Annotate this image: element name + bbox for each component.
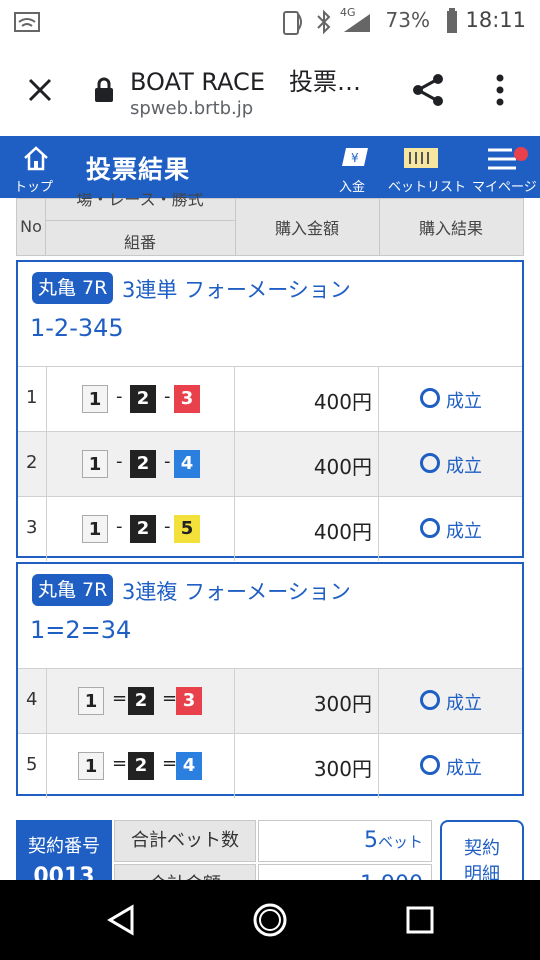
col-combo: 組番: [123, 233, 156, 252]
boat-3: 3: [176, 687, 202, 715]
boat-2: 2: [128, 752, 154, 780]
bet-combo: 1=2=34: [30, 616, 132, 644]
battery-percent: 73%: [385, 8, 430, 32]
col-place: 場・レース・勝式: [45, 193, 235, 221]
signal-icon: [344, 14, 370, 32]
page-title: 投票結果: [86, 155, 191, 184]
boat-3: 3: [174, 385, 200, 413]
page-title-browser: BOAT RACE 投票…: [130, 68, 361, 96]
home-icon[interactable]: [22, 144, 50, 172]
nfc-icon: [283, 11, 302, 35]
total-amount-label: 合計金額: [114, 864, 256, 880]
result-status: 成立: [446, 521, 482, 542]
table-row: 2 1 - 2 - 4 400円 成立: [18, 431, 522, 496]
bet-combo: 1-2-345: [30, 314, 124, 342]
boat-4: 4: [176, 752, 202, 780]
success-circle-icon: [420, 518, 440, 538]
amount: 400円: [313, 455, 372, 479]
contract-detail-button[interactable]: 契約明細: [440, 820, 524, 880]
home-nav-icon[interactable]: [252, 902, 288, 938]
row-no: 4: [26, 689, 38, 710]
boat-2: 2: [130, 450, 156, 478]
app-header: トップ 投票結果 ¥ 入金 ベットリスト マイページ: [0, 136, 540, 198]
boat-1: 1: [82, 450, 108, 478]
result-status: 成立: [446, 456, 482, 477]
notification-icon: [14, 12, 40, 32]
url-text[interactable]: spweb.brtb.jp: [130, 98, 253, 119]
total-amount-value: 1,900: [258, 864, 432, 880]
boat-5: 5: [174, 515, 200, 543]
amount: 300円: [313, 692, 372, 716]
bet-list-icon[interactable]: [402, 146, 440, 172]
success-circle-icon: [420, 453, 440, 473]
boat-1: 1: [82, 385, 108, 413]
system-nav-bar: [0, 880, 540, 960]
result-status: 成立: [446, 391, 482, 412]
mypage-label[interactable]: マイページ: [472, 176, 537, 195]
bet-card: 丸亀 7R 3連複 フォーメーション 1=2=34 4 1 = 2 = 3 30…: [16, 562, 524, 798]
col-amount: 購入金額: [274, 219, 339, 238]
result-status: 成立: [446, 758, 482, 779]
summary-section: 契約番号 0013 合計ベット数 5ベット 合計金額 1,900 契約明細: [16, 820, 524, 880]
boat-4: 4: [174, 450, 200, 478]
bet-type: 3連複 フォーメーション: [122, 580, 351, 604]
row-no: 5: [26, 754, 38, 775]
table-header: No 場・レース・勝式 組番 購入金額 購入結果: [16, 193, 524, 256]
browser-toolbar: BOAT RACE 投票… spweb.brtb.jp: [0, 44, 540, 136]
amount: 400円: [313, 390, 372, 414]
deposit-label[interactable]: 入金: [339, 176, 365, 195]
table-row: 1 1 - 2 - 3 400円 成立: [18, 366, 522, 431]
col-no: No: [20, 217, 42, 236]
back-icon[interactable]: [106, 904, 136, 936]
more-vert-icon[interactable]: [494, 72, 506, 108]
amount: 400円: [313, 520, 372, 544]
result-status: 成立: [446, 693, 482, 714]
close-icon[interactable]: [26, 76, 54, 104]
contract-label: 契約番号: [28, 836, 100, 857]
menu-icon[interactable]: [486, 146, 530, 172]
bluetooth-icon: [317, 9, 331, 35]
amount: 300円: [313, 757, 372, 781]
boat-2: 2: [128, 687, 154, 715]
boat-1: 1: [78, 752, 104, 780]
success-circle-icon: [420, 388, 440, 408]
bet-list-label[interactable]: ベットリスト: [388, 176, 466, 195]
success-circle-icon: [420, 690, 440, 710]
share-icon[interactable]: [410, 72, 446, 108]
table-row: 4 1 = 2 = 3 300円 成立: [18, 668, 522, 733]
success-circle-icon: [420, 755, 440, 775]
row-no: 2: [26, 452, 38, 473]
table-row: 5 1 = 2 = 4 300円 成立: [18, 733, 522, 798]
boat-2: 2: [130, 515, 156, 543]
row-no: 1: [26, 387, 38, 408]
boat-1: 1: [82, 515, 108, 543]
total-bets-label: 合計ベット数: [114, 820, 256, 862]
lock-icon: [95, 77, 113, 102]
contract-block: 契約番号 0013: [16, 820, 112, 880]
boat-1: 1: [78, 687, 104, 715]
status-bar: 4G 73% 18:11: [0, 0, 540, 44]
battery-icon: [447, 8, 457, 33]
venue-badge: 丸亀 7R: [32, 272, 114, 304]
bet-card: 丸亀 7R 3連単 フォーメーション 1-2-345 1 1 - 2 - 3 4…: [16, 260, 524, 561]
svg-text:¥: ¥: [351, 151, 359, 165]
total-bets-value: 5ベット: [258, 820, 432, 862]
clock: 18:11: [465, 8, 526, 32]
bet-type: 3連単 フォーメーション: [122, 278, 351, 302]
boat-2: 2: [130, 385, 156, 413]
table-row: 3 1 - 2 - 5 400円 成立: [18, 496, 522, 561]
venue-badge: 丸亀 7R: [32, 574, 114, 606]
recents-icon[interactable]: [404, 904, 436, 936]
contract-number: 0013: [33, 864, 95, 880]
deposit-icon[interactable]: ¥: [340, 144, 372, 172]
col-result: 購入結果: [418, 219, 483, 238]
row-no: 3: [26, 517, 38, 538]
